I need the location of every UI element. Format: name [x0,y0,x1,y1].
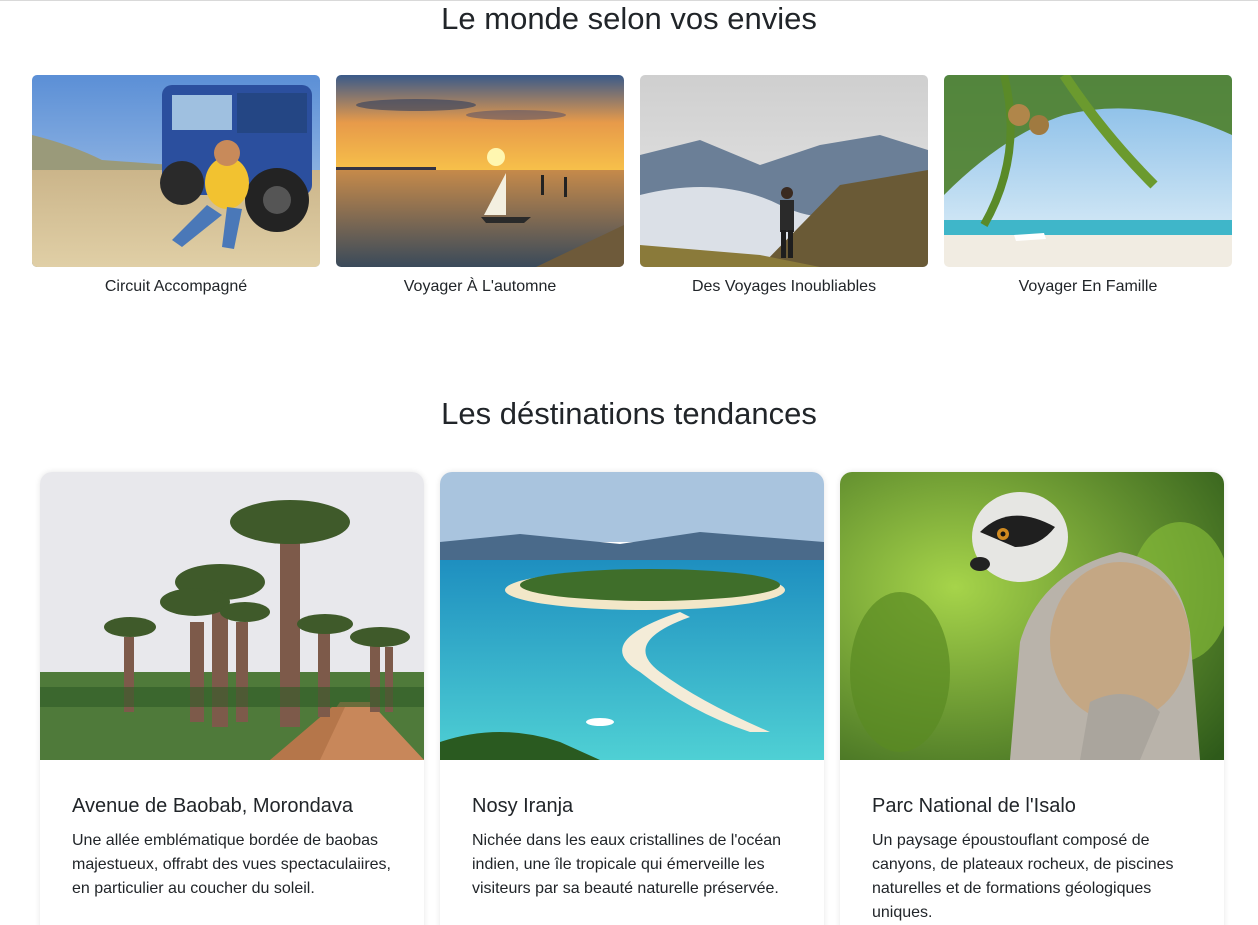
destination-image-isalo[interactable] [840,472,1224,760]
destination-image-baobab[interactable] [40,472,424,760]
category-image-automne[interactable] [336,75,624,267]
destination-title[interactable]: Avenue de Baobab, Morondava [72,794,392,818]
category-image-famille[interactable] [944,75,1232,267]
destination-card-nosy-iranja[interactable]: Nosy Iranja Nichée dans les eaux cristal… [440,472,824,925]
destination-title[interactable]: Nosy Iranja [472,794,792,818]
category-label[interactable]: Circuit Accompagné [32,277,320,297]
destination-image-nosy-iranja[interactable] [440,472,824,760]
destination-title[interactable]: Parc National de l'Isalo [872,794,1192,818]
category-card-circuit[interactable]: Circuit Accompagné [32,75,320,297]
category-card-famille[interactable]: Voyager En Famille [944,75,1232,297]
category-label[interactable]: Des Voyages Inoubliables [640,277,928,297]
page: Le monde selon vos envies Circuit Accomp… [0,0,1258,925]
destination-description: Nichée dans les eaux cristallines de l'o… [472,832,782,897]
category-image-circuit[interactable] [32,75,320,267]
category-label[interactable]: Voyager À L'automne [336,277,624,297]
destination-description: Une allée emblématique bordée de baobas … [72,832,391,897]
destination-card-isalo[interactable]: Parc National de l'Isalo Un paysage épou… [840,472,1224,925]
category-image-inoubliables[interactable] [640,75,928,267]
category-label[interactable]: Voyager En Famille [944,277,1232,297]
destination-description: Un paysage époustouflant composé de cany… [872,832,1174,921]
category-card-automne[interactable]: Voyager À L'automne [336,75,624,297]
category-card-inoubliables[interactable]: Des Voyages Inoubliables [640,75,928,297]
destination-card-baobab[interactable]: Avenue de Baobab, Morondava Une allée em… [40,472,424,925]
section-title-envies: Le monde selon vos envies [441,1,817,36]
section-title-tendances: Les déstinations tendances [441,396,817,431]
